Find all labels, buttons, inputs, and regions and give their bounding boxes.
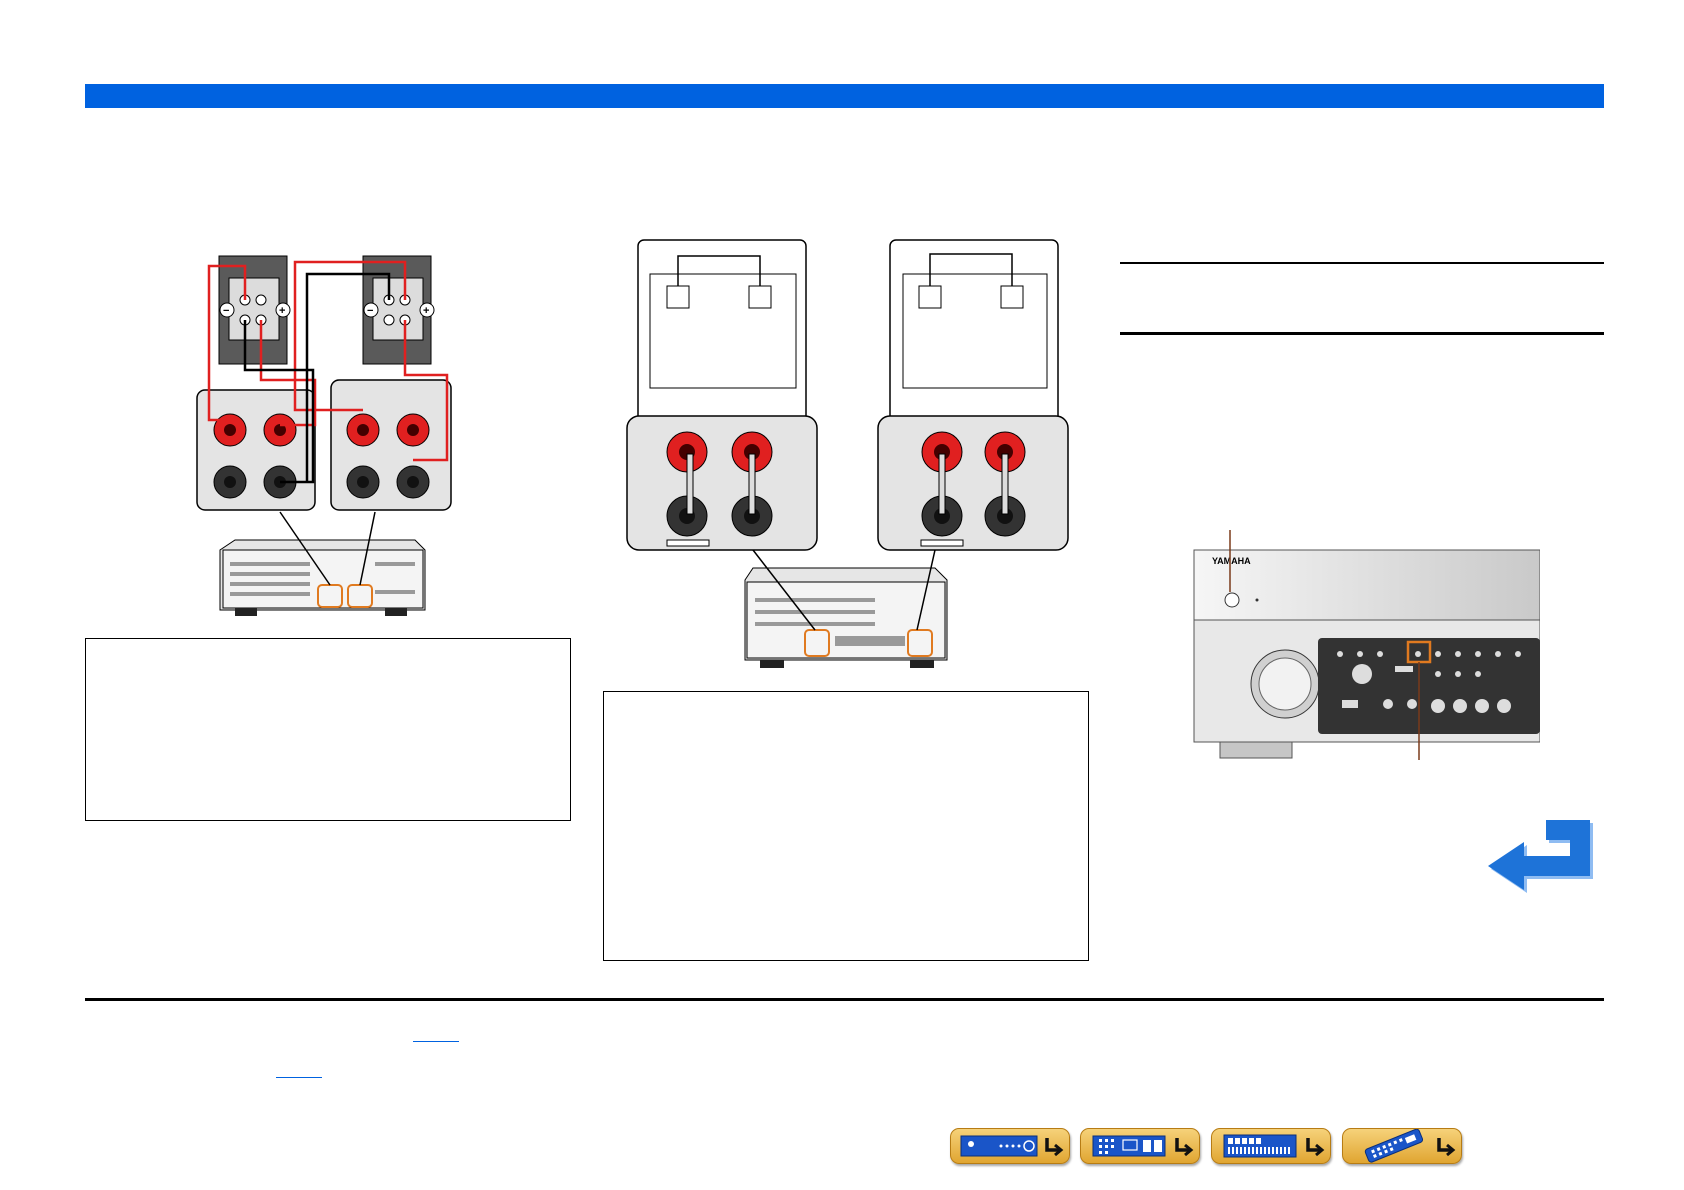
page-link-2[interactable] [276,1076,322,1078]
receiver-rear-panel [219,511,426,616]
bi-wire-terminal-left [626,415,818,551]
front-display-icon [1223,1134,1325,1158]
svg-text:−: − [223,305,229,317]
amp-terminal-panel-right [330,379,452,511]
speaker-bi-amp-diagram: − + − + [196,255,452,616]
section-rule-top [1120,262,1604,264]
note-box-middle [603,691,1089,961]
nav-front-panel-button[interactable] [950,1128,1070,1164]
note-box-left [85,638,571,821]
remote-control-icon [1364,1129,1456,1163]
receiver-rear-panel-2 [744,549,948,668]
return-arrow-icon[interactable] [1484,812,1604,896]
amp-terminal-panel-left [196,389,316,511]
svg-text:+: + [279,305,285,317]
nav-remote-control-button[interactable] [1342,1128,1462,1164]
nav-front-display-button[interactable] [1211,1128,1331,1164]
left-speaker-terminal: − + [218,255,291,365]
speaker-bi-wire-diagram [626,239,1069,668]
rear-panel-icon [1092,1135,1194,1157]
page-link-1[interactable] [413,1040,459,1042]
brand-logo: YAMAHA [1212,556,1251,566]
header-bar [85,84,1604,108]
svg-text:−: − [367,305,373,317]
right-speaker-terminal: − + [362,255,435,365]
front-panel-icon [960,1135,1064,1157]
nav-rear-panel-button[interactable] [1080,1128,1200,1164]
receiver-front-panel: YAMAHA [1193,530,1540,760]
bi-wire-terminal-right [877,415,1069,551]
footer-rule [85,998,1604,1001]
svg-text:+: + [423,305,429,317]
section-rule-bottom [1120,332,1604,335]
